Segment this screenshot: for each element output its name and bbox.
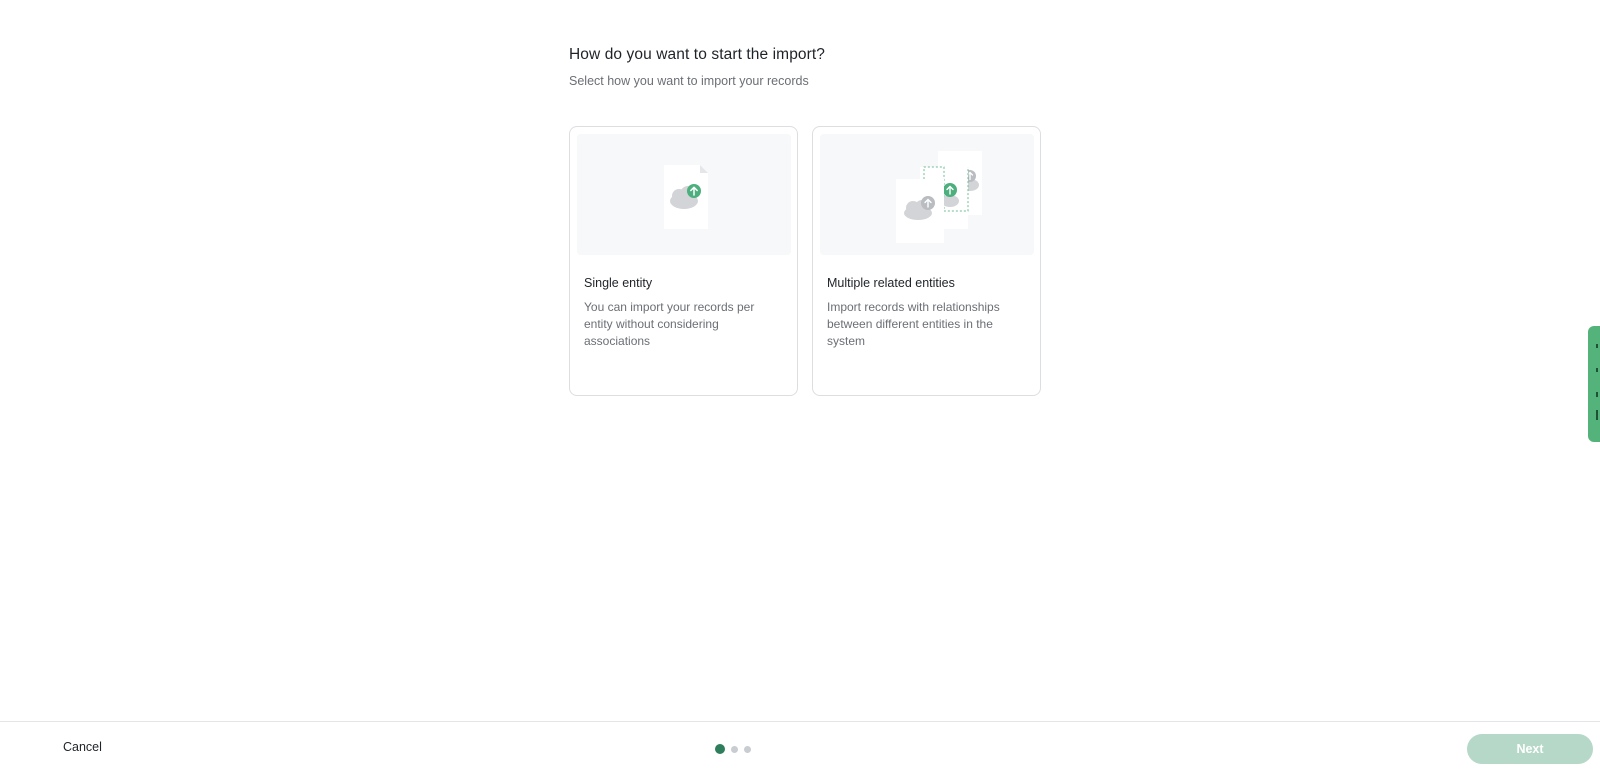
wizard-header: How do you want to start the import? Sel…	[569, 46, 1169, 88]
single-entity-illustration	[577, 134, 791, 255]
card-title: Multiple related entities	[827, 276, 955, 290]
step-indicator	[715, 744, 751, 754]
step-dot-1	[715, 744, 725, 754]
page-subtitle: Select how you want to import your recor…	[569, 74, 809, 88]
card-title: Single entity	[584, 276, 653, 290]
multiple-files-upload-icon	[896, 150, 982, 243]
import-options: Single entity You can import your record…	[569, 126, 1041, 396]
multiple-entities-illustration	[820, 134, 1034, 255]
cancel-button[interactable]: Cancel	[63, 740, 102, 754]
multiple-entities-card[interactable]: Multiple related entities Import records…	[812, 126, 1041, 396]
step-dot-2	[731, 745, 738, 753]
single-entity-card[interactable]: Single entity You can import your record…	[569, 126, 798, 396]
single-file-upload-icon	[664, 164, 708, 229]
feedback-side-tab[interactable]	[1588, 326, 1600, 442]
page-title: How do you want to start the import?	[569, 46, 826, 63]
step-dot-3	[744, 745, 751, 753]
next-button[interactable]: Next	[1467, 734, 1593, 764]
card-description: You can import your records per entity w…	[584, 300, 755, 348]
card-description: Import records with relationships betwee…	[827, 300, 1000, 348]
import-wizard-page: How do you want to start the import? Sel…	[0, 0, 1600, 770]
wizard-footer: Cancel Next	[0, 721, 1600, 770]
